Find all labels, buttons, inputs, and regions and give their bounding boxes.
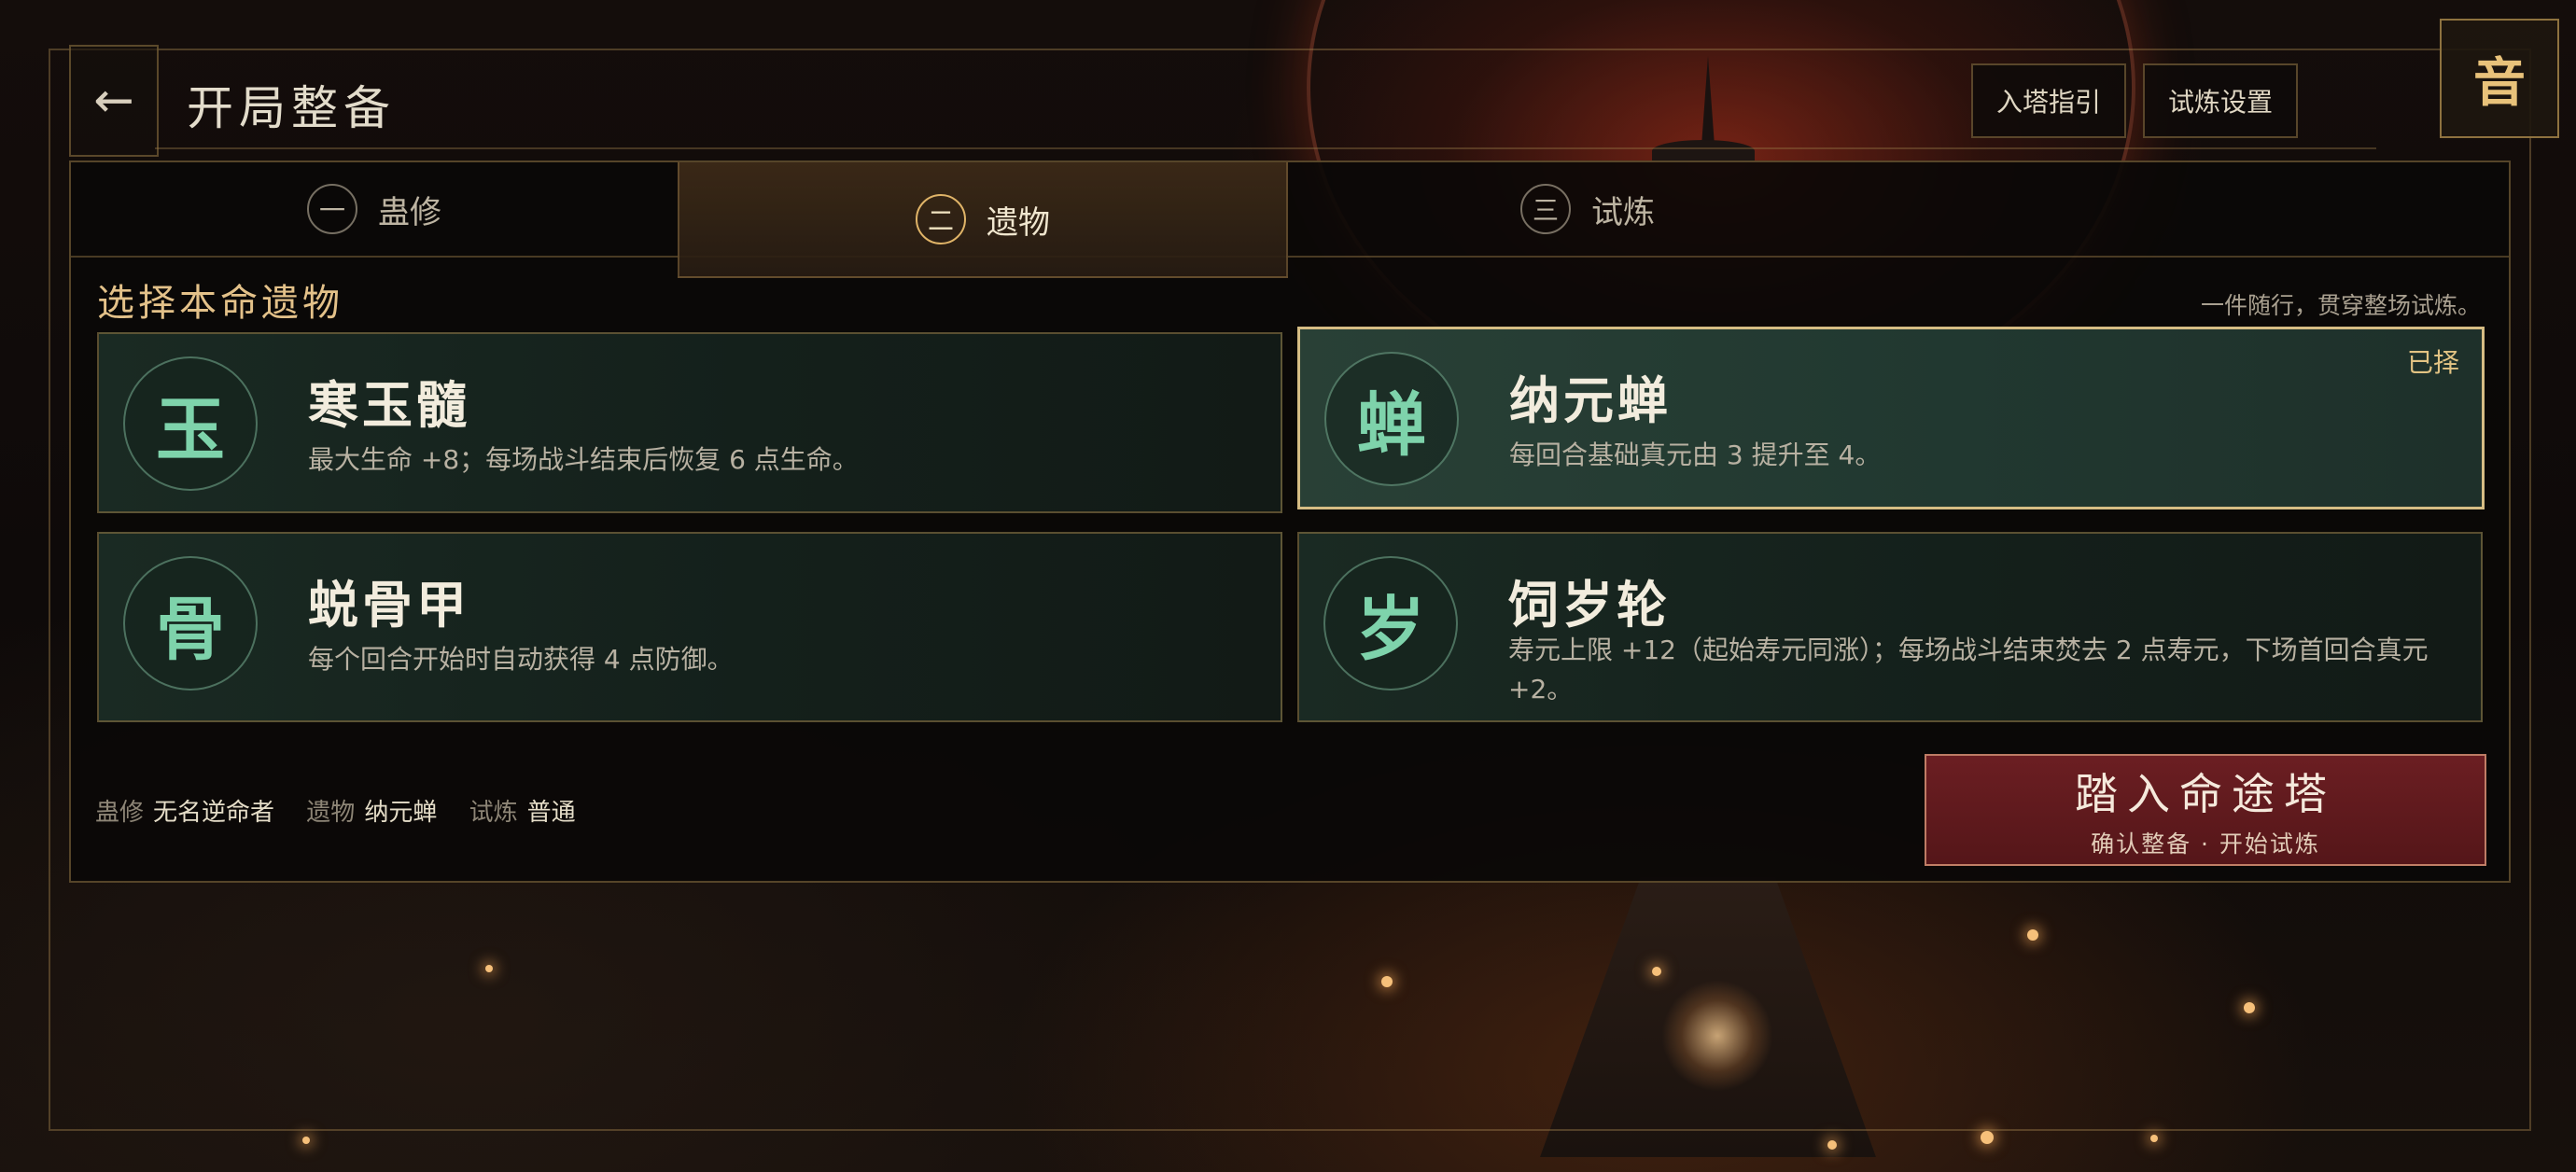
loadout-panel: 一 蛊修 二 遗物 三 试炼 选择本命遗物 一件随行，贯穿整场试炼。 玉 寒玉髓… — [69, 160, 2511, 883]
ember — [2150, 1135, 2158, 1142]
bone-glyph-icon: 骨 — [123, 556, 258, 691]
tab-gu-cultivator[interactable]: 一 蛊修 — [71, 162, 678, 256]
summary-label: 遗物 — [306, 799, 356, 827]
tab-number-badge: 二 — [916, 194, 966, 244]
relic-name: 寒玉髓 — [308, 376, 470, 435]
tab-number-badge: 一 — [307, 184, 357, 234]
back-button[interactable]: ← — [69, 45, 159, 157]
tab-label: 遗物 — [987, 203, 1050, 242]
summary-label: 蛊修 — [95, 799, 145, 827]
year-glyph-icon: 岁 — [1323, 556, 1458, 691]
relic-name: 蜕骨甲 — [308, 576, 470, 635]
arrow-left-icon: ← — [93, 73, 134, 129]
ember — [302, 1137, 310, 1144]
summary-value: 纳元蝉 — [364, 799, 438, 827]
tab-number-badge: 三 — [1520, 184, 1571, 234]
jade-glyph-icon: 玉 — [123, 356, 258, 491]
relic-card-year-wheel[interactable]: 岁 饲岁轮 寿元上限 +12（起始寿元同涨）；每场战斗结束焚去 2 点寿元，下场… — [1297, 532, 2483, 722]
section-title: 选择本命遗物 — [97, 282, 343, 325]
header-divider — [155, 147, 2376, 149]
summary-value: 无名逆命者 — [153, 799, 275, 827]
enter-tower-button[interactable]: 踏入命途塔 确认整备 · 开始试炼 — [1925, 754, 2486, 866]
ember — [1827, 1140, 1837, 1150]
enter-tower-label: 踏入命途塔 — [2075, 769, 2336, 819]
relic-card-cicada[interactable]: 蝉 纳元蝉 每回合基础真元由 3 提升至 4。 已择 — [1297, 327, 2485, 509]
trial-settings-button[interactable]: 试炼设置 — [2143, 63, 2298, 138]
cicada-glyph-icon: 蝉 — [1324, 352, 1459, 486]
tab-trial[interactable]: 三 试炼 — [1284, 162, 1891, 256]
enter-tower-sublabel: 确认整备 · 开始试炼 — [2091, 830, 2320, 858]
step-tabs: 一 蛊修 二 遗物 三 试炼 — [71, 162, 2509, 278]
relic-description: 寿元上限 +12（起始寿元同涨）；每场战斗结束焚去 2 点寿元，下场首回合真元 … — [1508, 635, 2429, 705]
tower-guide-label: 入塔指引 — [1995, 87, 2101, 118]
relic-name: 纳元蝉 — [1509, 371, 1672, 430]
relic-description: 最大生命 +8；每场战斗结束后恢复 6 点生命。 — [308, 444, 859, 475]
relic-name: 饲岁轮 — [1508, 576, 1671, 635]
sound-toggle-button[interactable]: 音 — [2440, 19, 2559, 138]
selected-badge: 已择 — [2406, 347, 2459, 378]
tab-relic[interactable]: 二 遗物 — [678, 162, 1288, 278]
relic-card-cold-jade[interactable]: 玉 寒玉髓 最大生命 +8；每场战斗结束后恢复 6 点生命。 — [97, 332, 1282, 513]
header-bar: ← 开局整备 入塔指引 试炼设置 — [69, 45, 2440, 157]
summary-value: 普通 — [526, 799, 576, 827]
tab-label: 试炼 — [1591, 193, 1655, 231]
tab-label: 蛊修 — [378, 193, 441, 231]
page-title: 开局整备 — [187, 81, 396, 135]
loadout-summary: 蛊修 无名逆命者 遗物 纳元蝉 试炼 普通 — [95, 793, 600, 828]
ember — [1981, 1131, 1994, 1144]
sound-label: 音 — [2473, 52, 2526, 114]
section-note: 一件随行，贯穿整场试炼。 — [2200, 292, 2481, 319]
tower-guide-button[interactable]: 入塔指引 — [1971, 63, 2126, 138]
relic-description: 每个回合开始时自动获得 4 点防御。 — [308, 644, 734, 675]
relic-card-bone-armor[interactable]: 骨 蜕骨甲 每个回合开始时自动获得 4 点防御。 — [97, 532, 1282, 722]
trial-settings-label: 试炼设置 — [2167, 87, 2273, 118]
relic-description: 每回合基础真元由 3 提升至 4。 — [1509, 440, 1882, 470]
summary-label: 试炼 — [469, 799, 518, 827]
